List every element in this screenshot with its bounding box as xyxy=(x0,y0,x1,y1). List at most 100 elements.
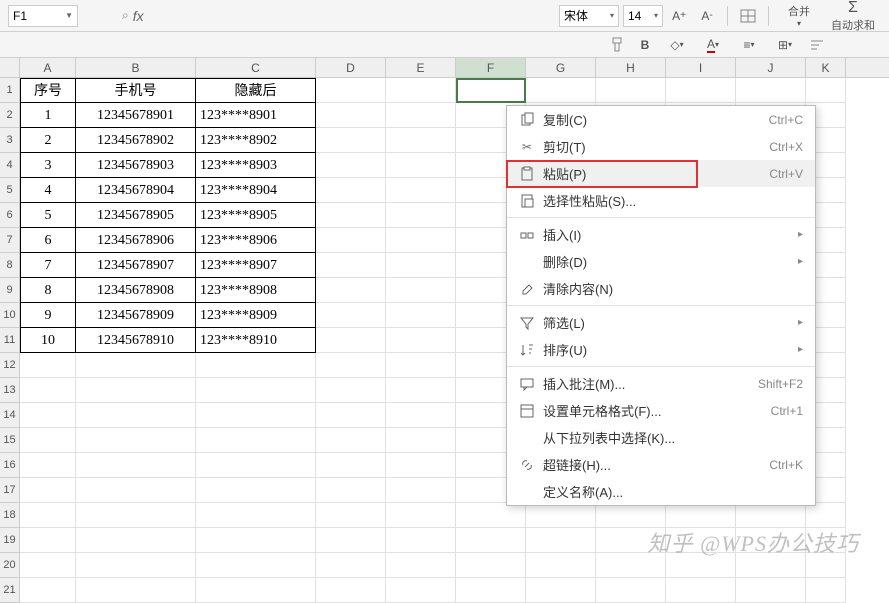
cell[interactable] xyxy=(316,378,386,403)
cell[interactable]: 手机号 xyxy=(76,78,196,103)
cell[interactable]: 123****8909 xyxy=(196,303,316,328)
cell[interactable]: 123****8908 xyxy=(196,278,316,303)
cell[interactable]: 6 xyxy=(20,228,76,253)
cell[interactable] xyxy=(386,78,456,103)
cell[interactable]: 隐藏后 xyxy=(196,78,316,103)
cell[interactable] xyxy=(20,503,76,528)
cell[interactable] xyxy=(316,578,386,603)
fx-icon[interactable]: fx xyxy=(133,8,144,24)
ctx-define-name[interactable]: 定义名称(A)... xyxy=(507,478,815,505)
cell[interactable]: 10 xyxy=(20,328,76,353)
cell[interactable] xyxy=(316,328,386,353)
font-name-select[interactable]: 宋体 ▾ xyxy=(559,5,619,27)
row-header[interactable]: 3 xyxy=(0,128,20,153)
cell[interactable] xyxy=(196,403,316,428)
cell[interactable] xyxy=(316,453,386,478)
row-header[interactable]: 2 xyxy=(0,103,20,128)
cell[interactable] xyxy=(316,478,386,503)
col-header[interactable]: D xyxy=(316,58,386,77)
row-header[interactable]: 4 xyxy=(0,153,20,178)
cell[interactable] xyxy=(76,428,196,453)
cell[interactable]: 123****8903 xyxy=(196,153,316,178)
cell[interactable] xyxy=(20,478,76,503)
cell[interactable]: 12345678910 xyxy=(76,328,196,353)
cell[interactable] xyxy=(386,328,456,353)
cell[interactable] xyxy=(196,553,316,578)
cell[interactable]: 123****8906 xyxy=(196,228,316,253)
row-header[interactable]: 13 xyxy=(0,378,20,403)
cell[interactable] xyxy=(316,103,386,128)
row-header[interactable]: 1 xyxy=(0,78,20,103)
cell[interactable]: 12345678902 xyxy=(76,128,196,153)
cell[interactable] xyxy=(20,453,76,478)
row-header[interactable]: 5 xyxy=(0,178,20,203)
row-header[interactable]: 21 xyxy=(0,578,20,603)
cell[interactable] xyxy=(386,378,456,403)
cell[interactable] xyxy=(386,228,456,253)
cell[interactable] xyxy=(806,503,846,528)
cell[interactable] xyxy=(456,578,526,603)
cell[interactable] xyxy=(20,528,76,553)
cell[interactable] xyxy=(20,553,76,578)
cell[interactable] xyxy=(316,278,386,303)
cell[interactable]: 4 xyxy=(20,178,76,203)
cell[interactable] xyxy=(386,403,456,428)
cell[interactable] xyxy=(386,528,456,553)
ctx-cut[interactable]: ✂ 剪切(T) Ctrl+X xyxy=(507,133,815,160)
format-painter-button[interactable] xyxy=(605,34,629,56)
cell[interactable] xyxy=(386,178,456,203)
row-header[interactable]: 16 xyxy=(0,453,20,478)
ctx-sort[interactable]: 排序(U) ▸ xyxy=(507,336,815,363)
cell[interactable] xyxy=(316,528,386,553)
row-header[interactable]: 7 xyxy=(0,228,20,253)
cell[interactable] xyxy=(666,78,736,103)
col-header[interactable]: E xyxy=(386,58,456,77)
search-icon[interactable]: ⌕ xyxy=(122,8,129,23)
decrease-font-button[interactable]: A- xyxy=(695,5,719,27)
cell[interactable] xyxy=(316,153,386,178)
cell[interactable] xyxy=(76,578,196,603)
cell[interactable] xyxy=(456,528,526,553)
cell[interactable] xyxy=(386,253,456,278)
cell[interactable]: 123****8910 xyxy=(196,328,316,353)
cell[interactable] xyxy=(736,503,806,528)
autosum-button[interactable]: Σ 自动求和 xyxy=(825,1,881,31)
cell[interactable] xyxy=(316,303,386,328)
cell[interactable]: 123****8904 xyxy=(196,178,316,203)
cell[interactable] xyxy=(386,553,456,578)
cell[interactable]: 123****8901 xyxy=(196,103,316,128)
col-header[interactable]: K xyxy=(806,58,846,77)
ctx-format-cells[interactable]: 设置单元格格式(F)... Ctrl+1 xyxy=(507,397,815,424)
cell[interactable] xyxy=(196,378,316,403)
cell[interactable] xyxy=(316,78,386,103)
cell[interactable]: 序号 xyxy=(20,78,76,103)
row-header[interactable]: 8 xyxy=(0,253,20,278)
cell[interactable] xyxy=(386,578,456,603)
cell[interactable]: 2 xyxy=(20,128,76,153)
cell[interactable] xyxy=(526,553,596,578)
cell[interactable] xyxy=(316,178,386,203)
cell[interactable]: 12345678904 xyxy=(76,178,196,203)
cell[interactable]: 5 xyxy=(20,203,76,228)
ctx-paste-special[interactable]: 选择性粘贴(S)... xyxy=(507,187,815,214)
cell[interactable] xyxy=(316,128,386,153)
cell[interactable] xyxy=(806,78,846,103)
cell[interactable]: 12345678908 xyxy=(76,278,196,303)
cell[interactable] xyxy=(76,553,196,578)
align-button[interactable]: ≡▾ xyxy=(733,34,765,56)
cell[interactable] xyxy=(386,478,456,503)
font-size-select[interactable]: 14 ▾ xyxy=(623,5,663,27)
select-all-corner[interactable] xyxy=(0,58,20,77)
cell[interactable]: 1 xyxy=(20,103,76,128)
cell[interactable]: 123****8902 xyxy=(196,128,316,153)
cell[interactable] xyxy=(196,528,316,553)
ctx-paste[interactable]: 粘贴(P) Ctrl+V xyxy=(507,160,815,187)
cell[interactable] xyxy=(316,553,386,578)
merge-button[interactable]: 合并▾ xyxy=(777,1,821,31)
cell[interactable] xyxy=(76,378,196,403)
row-header[interactable]: 9 xyxy=(0,278,20,303)
cell[interactable] xyxy=(76,478,196,503)
col-header[interactable]: I xyxy=(666,58,736,77)
row-header[interactable]: 18 xyxy=(0,503,20,528)
cell[interactable] xyxy=(20,578,76,603)
